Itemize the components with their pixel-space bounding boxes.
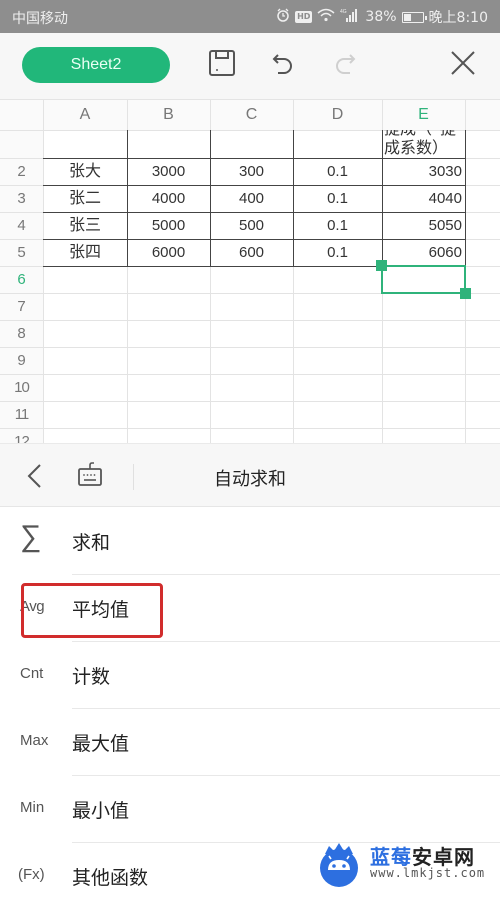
menu-item[interactable]: Min 最小值: [0, 776, 500, 843]
function-abbr-icon: Max: [20, 732, 49, 749]
row-number[interactable]: 7: [0, 293, 43, 320]
menu-item[interactable]: ∑ 求和: [0, 508, 500, 575]
function-abbr-icon: Min: [20, 799, 45, 816]
cell-e2[interactable]: 3030: [383, 158, 465, 185]
column-header-c[interactable]: C: [210, 100, 293, 130]
row-number[interactable]: 10: [0, 374, 43, 401]
row-number[interactable]: 4: [0, 212, 43, 239]
row-number[interactable]: 2: [0, 158, 43, 185]
gridline: [0, 401, 500, 402]
table-border: [465, 130, 466, 267]
panel-title: 自动求和: [214, 469, 286, 490]
row-number-selected[interactable]: 6: [0, 266, 43, 293]
svg-text:4G: 4G: [340, 9, 347, 15]
column-header-e[interactable]: E: [382, 100, 465, 130]
menu-item-label: 其他函数: [72, 867, 149, 889]
gridline: [0, 428, 500, 429]
cell-a2[interactable]: 张大: [44, 158, 126, 185]
gridline: [43, 100, 44, 443]
menu-item-label: 最小值: [72, 800, 130, 822]
gridline: [0, 347, 500, 348]
menu-item-label: 求和: [72, 532, 111, 554]
cell-d4[interactable]: 0.1: [294, 212, 381, 239]
save-icon: [208, 49, 236, 81]
row-number[interactable]: 5: [0, 239, 43, 266]
battery-fill: [403, 13, 412, 21]
gridline: [0, 374, 500, 375]
function-abbr-icon: (Fx): [18, 866, 45, 883]
redo-button[interactable]: [328, 49, 360, 81]
cell-a4[interactable]: 张三: [44, 212, 126, 239]
column-header-d[interactable]: D: [293, 100, 382, 130]
cell-e1[interactable]: 提成（*提 成系数）: [384, 130, 464, 158]
cell-a5[interactable]: 张四: [44, 239, 126, 266]
watermark-url: www.lmkjst.com: [370, 866, 486, 880]
row-number[interactable]: 9: [0, 347, 43, 374]
status-icons: HD 4G 38% 晚上8:10: [276, 7, 488, 27]
selection-handle-bottom-right[interactable]: [460, 288, 471, 299]
cell-c5[interactable]: 600: [211, 239, 292, 266]
cell-e1-line1: 提成（*提: [384, 130, 456, 138]
battery-icon: [401, 11, 427, 23]
close-button[interactable]: [447, 49, 479, 81]
cell-d5[interactable]: 0.1: [294, 239, 381, 266]
cell-a3[interactable]: 张二: [44, 185, 126, 212]
sheet-tab-button[interactable]: Sheet2: [22, 47, 170, 83]
android-logo-icon: [315, 840, 363, 892]
menu-item[interactable]: Max 最大值: [0, 709, 500, 776]
column-header-b[interactable]: B: [127, 100, 210, 130]
cell-b4[interactable]: 5000: [128, 212, 209, 239]
cell-d2[interactable]: 0.1: [294, 158, 381, 185]
hd-badge: HD: [295, 11, 313, 23]
clock: 晚上8:10: [428, 10, 488, 26]
cell-e4[interactable]: 5050: [383, 212, 465, 239]
status-bar: 中国移动 HD 4G 38% 晚上8:10: [0, 0, 500, 33]
wifi-icon: [317, 8, 335, 26]
alarm-icon: [276, 8, 290, 26]
menu-item[interactable]: Cnt 计数: [0, 642, 500, 709]
row-number[interactable]: 8: [0, 320, 43, 347]
battery-percent: 38%: [365, 9, 397, 25]
undo-button[interactable]: [268, 49, 300, 81]
cell-b3[interactable]: 4000: [128, 185, 209, 212]
panel-header: 自动求和: [0, 443, 500, 507]
cell-d3[interactable]: 0.1: [294, 185, 381, 212]
cell-e5[interactable]: 6060: [383, 239, 465, 266]
close-icon: [449, 49, 477, 81]
cell-e1-line2: 成系数）: [384, 138, 449, 157]
row-number[interactable]: 12: [0, 428, 43, 443]
cell-e3[interactable]: 4040: [383, 185, 465, 212]
watermark: 蓝莓安卓网 www.lmkjst.com: [315, 838, 500, 889]
menu-item-label: 最大值: [72, 733, 130, 755]
spreadsheet-grid[interactable]: A B C D E 2 3 4 5 6 7 8 9 10 11 12 提成（*提…: [0, 100, 500, 443]
cell-selection[interactable]: [381, 265, 466, 294]
row-number[interactable]: 11: [0, 401, 43, 428]
column-header-a[interactable]: A: [43, 100, 127, 130]
cell-signal-icon: 4G: [340, 8, 360, 26]
cell-c3[interactable]: 400: [211, 185, 292, 212]
selection-handle-top-left[interactable]: [376, 260, 387, 271]
cell-c4[interactable]: 500: [211, 212, 292, 239]
undo-icon: [270, 49, 298, 81]
menu-item-label: 计数: [72, 666, 111, 688]
highlight-annotation: [21, 583, 163, 638]
cell-b2[interactable]: 3000: [128, 158, 209, 185]
redo-icon: [330, 49, 358, 81]
function-abbr-icon: Cnt: [20, 665, 44, 682]
row-number[interactable]: 3: [0, 185, 43, 212]
save-button[interactable]: [206, 49, 238, 81]
cell-c2[interactable]: 300: [211, 158, 292, 185]
toolbar: Sheet2: [0, 33, 500, 100]
carrier-name: 中国移动: [12, 11, 68, 27]
gridline: [0, 320, 500, 321]
sum-icon: ∑: [20, 520, 42, 553]
cell-b5[interactable]: 6000: [128, 239, 209, 266]
